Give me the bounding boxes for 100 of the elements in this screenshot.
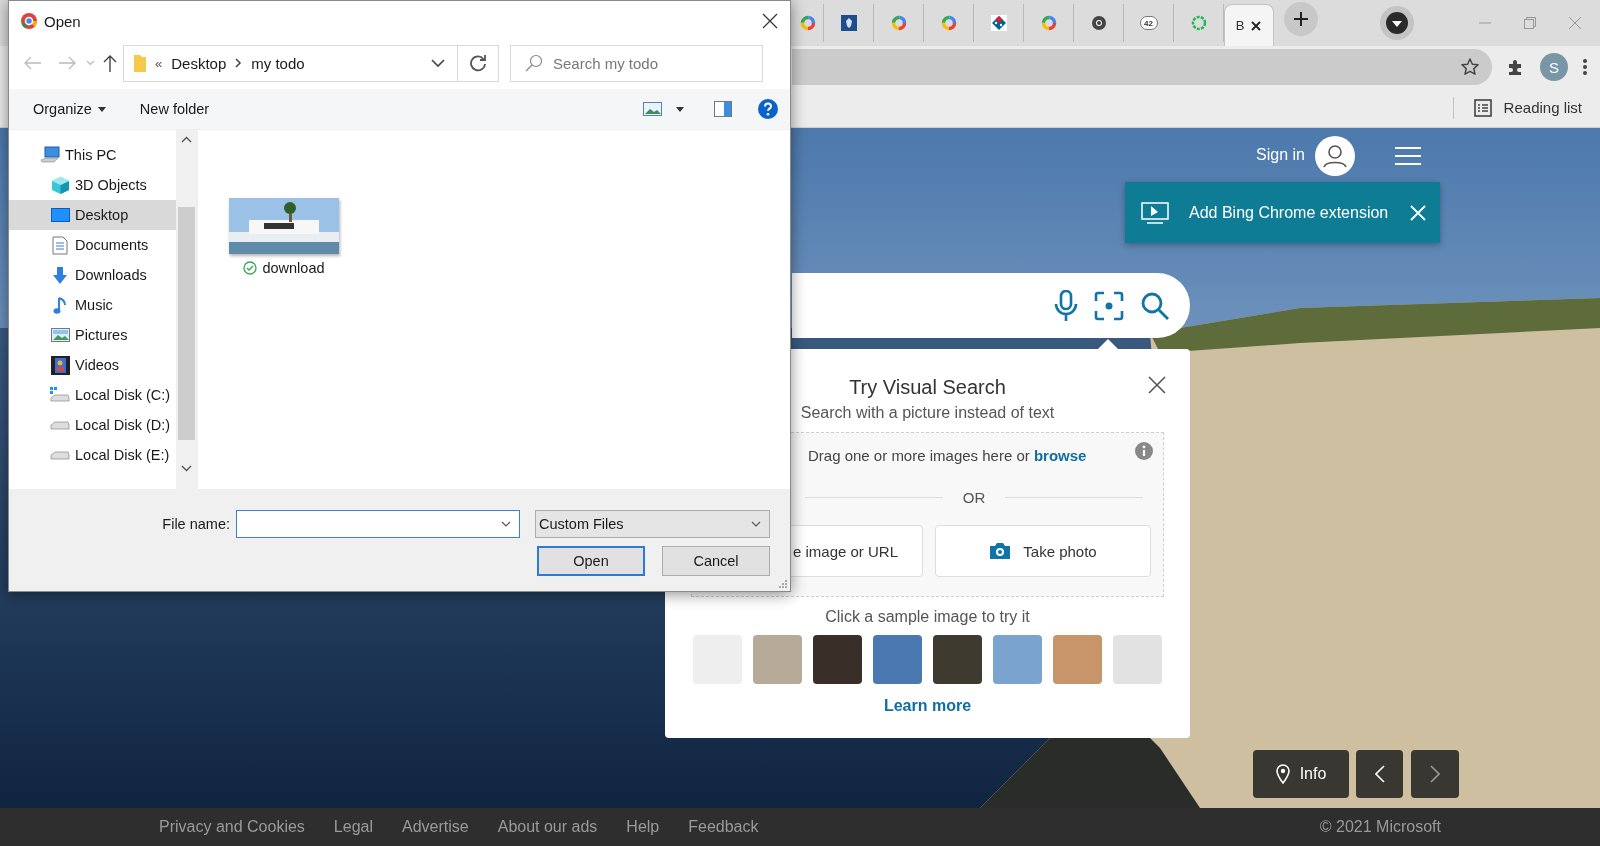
down-arrow-icon (52, 265, 68, 285)
nav-item[interactable]: Music (9, 290, 176, 320)
info-icon[interactable] (1135, 442, 1153, 460)
next-button[interactable] (1411, 750, 1459, 798)
dark-ring-icon (1090, 15, 1107, 31)
star-icon[interactable] (1460, 57, 1480, 77)
panel-subtitle: Search with a picture instead of text (800, 404, 1055, 422)
speech-bubble-icon: 42 (1139, 16, 1158, 30)
nav-item[interactable]: Local Disk (C:) (9, 380, 176, 410)
dialog-button[interactable]: Cancel (662, 546, 770, 576)
close-icon[interactable] (1148, 376, 1166, 394)
up-arrow-icon[interactable] (103, 54, 117, 72)
footer-link[interactable]: Privacy and Cookies (159, 818, 305, 836)
colored-ring-icon (940, 15, 957, 31)
drop-instructions: Drag one or more images here or browse (808, 447, 1087, 464)
footer-link[interactable]: Legal (333, 818, 373, 836)
field-label: File name: (162, 516, 231, 532)
tiles-icon (990, 15, 1007, 31)
file-name: download (262, 260, 325, 276)
caret-down-icon[interactable] (676, 106, 684, 112)
breadcrumb-item[interactable]: Desktop (171, 54, 227, 72)
nav-item[interactable]: Downloads (9, 260, 176, 290)
breadcrumb-item[interactable]: my todo (251, 54, 305, 72)
landscape-icon (50, 327, 70, 343)
chevron-left-icon (1374, 765, 1385, 783)
nav-item[interactable]: Videos (9, 350, 176, 380)
film-strip-icon (50, 355, 70, 375)
nav-item[interactable]: Local Disk (E:) (9, 440, 176, 470)
user-avatar-icon[interactable] (1315, 136, 1355, 176)
footer-link[interactable]: Help (626, 818, 660, 836)
sign-in-link[interactable]: Sign in (1256, 146, 1305, 164)
learn-more-link[interactable]: Learn more (883, 697, 972, 715)
separator-label: OR (962, 489, 986, 506)
music-note-icon (53, 295, 67, 315)
dialog-title: Open (44, 12, 81, 30)
colored-ring-icon (799, 15, 816, 31)
dialog-button[interactable]: Open (537, 546, 645, 576)
path-overflow[interactable]: « (155, 55, 163, 71)
refresh-icon[interactable] (469, 54, 487, 72)
resize-grip-icon[interactable] (779, 580, 787, 588)
search-box[interactable] (792, 273, 1190, 338)
search-icon (525, 54, 543, 72)
nav-item[interactable]: 3D Objects (9, 170, 176, 200)
footer-link[interactable]: Feedback (688, 818, 759, 836)
nav-item[interactable]: Pictures (9, 320, 176, 350)
chevron-down-icon[interactable] (501, 521, 511, 527)
chevron-down-icon[interactable] (431, 58, 445, 68)
colored-ring-icon (890, 15, 907, 31)
copyright-text: © 2021 Microsoft (1319, 818, 1441, 836)
footer-link[interactable]: About our ads (497, 818, 598, 836)
plus-icon[interactable] (1284, 2, 1318, 36)
system-drive-icon (50, 387, 70, 403)
nav-item[interactable]: Documents (9, 230, 176, 260)
computer-icon (40, 146, 60, 164)
samples-caption: Click a sample image to try it (825, 608, 1030, 626)
drive-icon (50, 450, 70, 460)
file-type-dropdown[interactable]: Custom Files (535, 510, 770, 538)
document-icon (52, 235, 68, 255)
search-field[interactable]: Search my todo (510, 44, 763, 82)
take-photo-button[interactable]: Take photo (935, 525, 1151, 577)
browse-link[interactable]: browse (1033, 447, 1087, 464)
previous-button[interactable] (1356, 750, 1403, 798)
scrollbar[interactable] (176, 130, 197, 489)
help-icon[interactable] (758, 99, 778, 119)
chevron-right-icon (1430, 765, 1440, 783)
toolbar-button[interactable]: New folder (139, 101, 210, 117)
drive-icon (50, 420, 70, 430)
kebab-menu-icon[interactable] (1582, 58, 1588, 76)
browser-tab[interactable]: B (1224, 4, 1274, 46)
camera-icon (989, 542, 1012, 560)
search-placeholder: Search my todo (553, 54, 659, 72)
footer-link[interactable]: Advertise (402, 818, 469, 836)
address-field[interactable]: « Desktop my todo (123, 44, 499, 82)
toolbar-button[interactable]: Organize (33, 101, 106, 117)
nav-item[interactable]: This PC (9, 140, 176, 170)
panel-title: Try Visual Search (849, 376, 1006, 399)
info-button[interactable]: Info (1253, 750, 1349, 798)
nav-item[interactable]: Desktop (9, 200, 176, 230)
visual-search-icon[interactable] (1094, 290, 1124, 321)
list-icon[interactable] (1473, 98, 1492, 117)
chevron-right-icon[interactable] (235, 58, 243, 68)
menu-icon[interactable] (1395, 147, 1421, 165)
extension-banner[interactable]: Add Bing Chrome extension (1125, 182, 1440, 243)
search-icon[interactable] (1140, 290, 1170, 321)
browser-tab[interactable]: 42 (1124, 4, 1174, 42)
browser-logo-icon (20, 12, 38, 30)
microphone-icon[interactable] (1054, 289, 1078, 322)
nav-item[interactable]: Local Disk (D:) (9, 410, 176, 440)
chevron-down-icon (751, 521, 761, 527)
house-photo[interactable] (229, 198, 339, 254)
cube-icon (50, 175, 70, 195)
file-name-field[interactable] (236, 510, 520, 538)
view-thumbnail-icon[interactable] (643, 102, 662, 116)
dropdown-circle-icon[interactable] (1380, 6, 1414, 40)
preview-pane-icon[interactable] (714, 101, 732, 117)
colored-ring-icon (1040, 15, 1057, 31)
close-icon[interactable] (1250, 19, 1263, 32)
close-icon[interactable] (762, 13, 778, 29)
reading-list-link[interactable]: Reading list (1503, 99, 1582, 116)
monitor-icon (50, 207, 70, 223)
